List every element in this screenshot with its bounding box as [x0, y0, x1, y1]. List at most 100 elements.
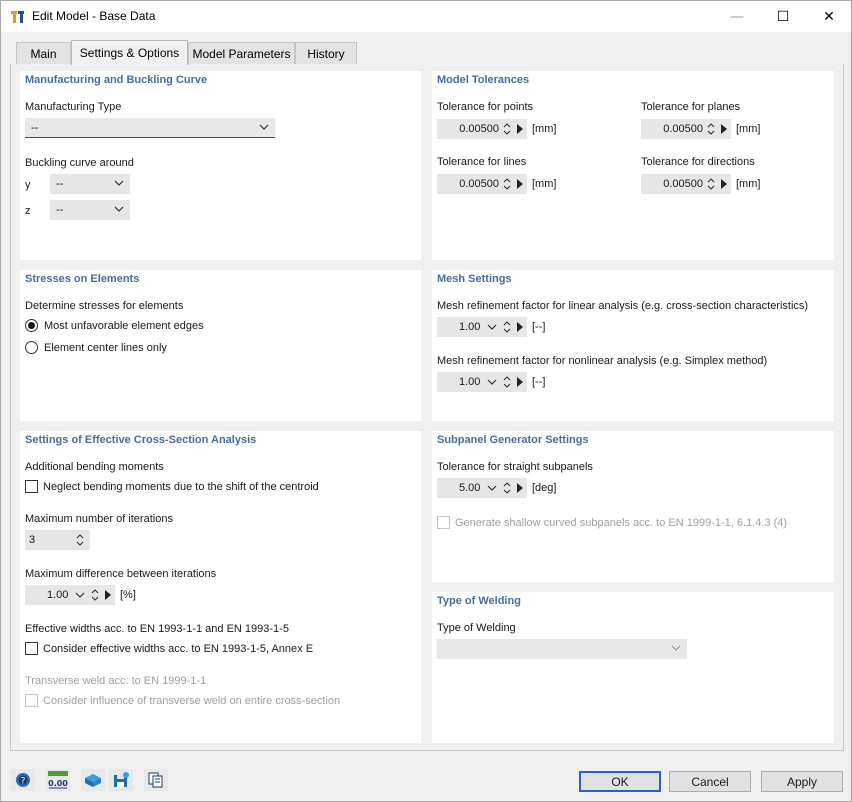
manufacturing-panel: Manufacturing and Buckling Curve Manufac… — [20, 71, 421, 260]
buckling-z-select[interactable]: -- — [50, 200, 130, 220]
arrow-right-icon[interactable] — [517, 377, 523, 387]
tolerance-points-unit: [mm] — [532, 123, 557, 135]
help-button[interactable]: ? — [11, 769, 35, 791]
section-title: Manufacturing and Buckling Curve — [25, 74, 208, 86]
radio-center-lines[interactable] — [25, 341, 38, 354]
mesh-nonlinear-value: 1.00 — [459, 376, 481, 388]
tab-model-parameters[interactable]: Model Parameters — [188, 42, 295, 64]
max-difference-input[interactable]: 1.00 — [25, 585, 115, 605]
mesh-settings-panel: Mesh Settings Mesh refinement factor for… — [432, 270, 834, 421]
mesh-nonlinear-label: Mesh refinement factor for nonlinear ana… — [437, 355, 768, 367]
units-icon: 0.00 — [48, 771, 68, 789]
max-iterations-value: 3 — [29, 534, 36, 546]
manufacturing-type-value: -- — [31, 121, 39, 134]
spin-updown-icon[interactable] — [503, 480, 511, 496]
arrow-right-icon[interactable] — [517, 483, 523, 493]
title-bar: Edit Model - Base Data — ☐ ✕ — [1, 1, 851, 32]
tolerance-lines-input[interactable]: 0.00500 — [437, 174, 527, 194]
save-button[interactable] — [109, 769, 133, 791]
transverse-weld-consider-label: Consider influence of transverse weld on… — [43, 695, 341, 707]
cancel-button[interactable]: Cancel — [669, 771, 751, 792]
generate-curved-subpanels-checkbox[interactable] — [437, 516, 450, 529]
svg-text:?: ? — [21, 777, 26, 787]
max-iterations-label: Maximum number of iterations — [25, 513, 173, 525]
chevron-down-icon[interactable] — [487, 377, 497, 387]
model-button[interactable] — [81, 769, 105, 791]
arrow-right-icon[interactable] — [721, 124, 727, 134]
spin-updown-icon[interactable] — [707, 121, 715, 137]
tab-history[interactable]: History — [295, 42, 357, 64]
arrow-right-icon[interactable] — [721, 179, 727, 189]
radio-center-lines-label[interactable]: Element center lines only — [44, 342, 167, 354]
chevron-down-icon[interactable] — [487, 322, 497, 332]
tolerance-directions-input[interactable]: 0.00500 — [641, 174, 731, 194]
determine-stresses-label: Determine stresses for elements — [25, 300, 184, 312]
tolerance-planes-input[interactable]: 0.00500 — [641, 119, 731, 139]
close-button[interactable]: ✕ — [806, 1, 852, 32]
neglect-bending-checkbox[interactable] — [25, 480, 38, 493]
minimize-button[interactable]: — — [714, 1, 760, 32]
max-difference-label: Maximum difference between iterations — [25, 568, 217, 580]
section-title: Subpanel Generator Settings — [437, 434, 589, 446]
section-title: Settings of Effective Cross-Section Anal… — [25, 434, 257, 446]
tolerance-lines-unit: [mm] — [532, 178, 557, 190]
subpanel-tolerance-label: Tolerance for straight subpanels — [437, 461, 593, 473]
tolerance-points-input[interactable]: 0.00500 — [437, 119, 527, 139]
spin-updown-icon[interactable] — [76, 532, 84, 548]
tolerance-planes-value: 0.00500 — [663, 123, 703, 135]
spin-updown-icon[interactable] — [503, 374, 511, 390]
ok-button[interactable]: OK — [579, 771, 661, 792]
radio-most-unfavorable-label[interactable]: Most unfavorable element edges — [44, 320, 204, 332]
spin-updown-icon[interactable] — [91, 587, 99, 603]
units-button[interactable]: 0.00 — [46, 769, 70, 791]
app-logo-icon — [11, 11, 24, 23]
welding-type-select[interactable] — [437, 639, 687, 659]
consider-effective-widths-label[interactable]: Consider effective widths acc. to EN 199… — [43, 643, 313, 655]
mesh-nonlinear-input[interactable]: 1.00 — [437, 372, 527, 392]
arrow-right-icon[interactable] — [517, 124, 523, 134]
arrow-right-icon[interactable] — [517, 179, 523, 189]
manufacturing-type-select[interactable]: -- — [25, 118, 275, 138]
mesh-linear-input[interactable]: 1.00 — [437, 317, 527, 337]
tolerance-directions-label: Tolerance for directions — [641, 156, 755, 168]
model-icon — [85, 774, 101, 787]
max-iterations-input[interactable]: 3 — [25, 530, 90, 550]
tab-settings-options[interactable]: Settings & Options — [71, 40, 188, 65]
tolerance-lines-value: 0.00500 — [459, 178, 499, 190]
chevron-down-icon — [114, 206, 124, 212]
consider-effective-widths-checkbox[interactable] — [25, 642, 38, 655]
tolerance-planes-label: Tolerance for planes — [641, 101, 741, 113]
save-icon — [114, 772, 129, 787]
effective-widths-label: Effective widths acc. to EN 1993-1-1 and… — [25, 623, 289, 635]
spin-updown-icon[interactable] — [503, 176, 511, 192]
arrow-right-icon[interactable] — [517, 322, 523, 332]
welding-type-label: Type of Welding — [437, 622, 516, 634]
subpanel-tolerance-input[interactable]: 5.00 — [437, 478, 527, 498]
stresses-panel: Stresses on Elements Determine stresses … — [20, 270, 421, 421]
spin-updown-icon[interactable] — [707, 176, 715, 192]
spin-updown-icon[interactable] — [503, 319, 511, 335]
radio-most-unfavorable[interactable] — [25, 319, 38, 332]
mesh-nonlinear-unit: [--] — [532, 376, 546, 388]
section-title: Stresses on Elements — [25, 273, 140, 285]
buckling-y-select[interactable]: -- — [50, 174, 130, 194]
type-of-welding-panel: Type of Welding Type of Welding — [432, 592, 834, 743]
tab-main[interactable]: Main — [16, 42, 71, 64]
subpanel-generator-panel: Subpanel Generator Settings Tolerance fo… — [432, 431, 834, 582]
chevron-down-icon[interactable] — [487, 483, 497, 493]
apply-button[interactable]: Apply — [761, 771, 843, 792]
subpanel-tolerance-value: 5.00 — [459, 482, 481, 494]
mesh-linear-unit: [--] — [532, 321, 546, 333]
copy-icon — [148, 772, 163, 788]
copy-button[interactable] — [144, 769, 168, 791]
chevron-down-icon[interactable] — [75, 590, 85, 600]
buckling-z-value: -- — [56, 204, 64, 216]
subpanel-tolerance-unit: [deg] — [532, 482, 557, 494]
generate-curved-subpanels-label: Generate shallow curved subpanels acc. t… — [455, 517, 788, 529]
maximize-button[interactable]: ☐ — [760, 1, 806, 32]
spin-updown-icon[interactable] — [503, 121, 511, 137]
arrow-right-icon[interactable] — [105, 590, 111, 600]
transverse-weld-checkbox[interactable] — [25, 694, 38, 707]
chevron-down-icon — [671, 645, 681, 651]
neglect-bending-label[interactable]: Neglect bending moments due to the shift… — [43, 481, 319, 493]
